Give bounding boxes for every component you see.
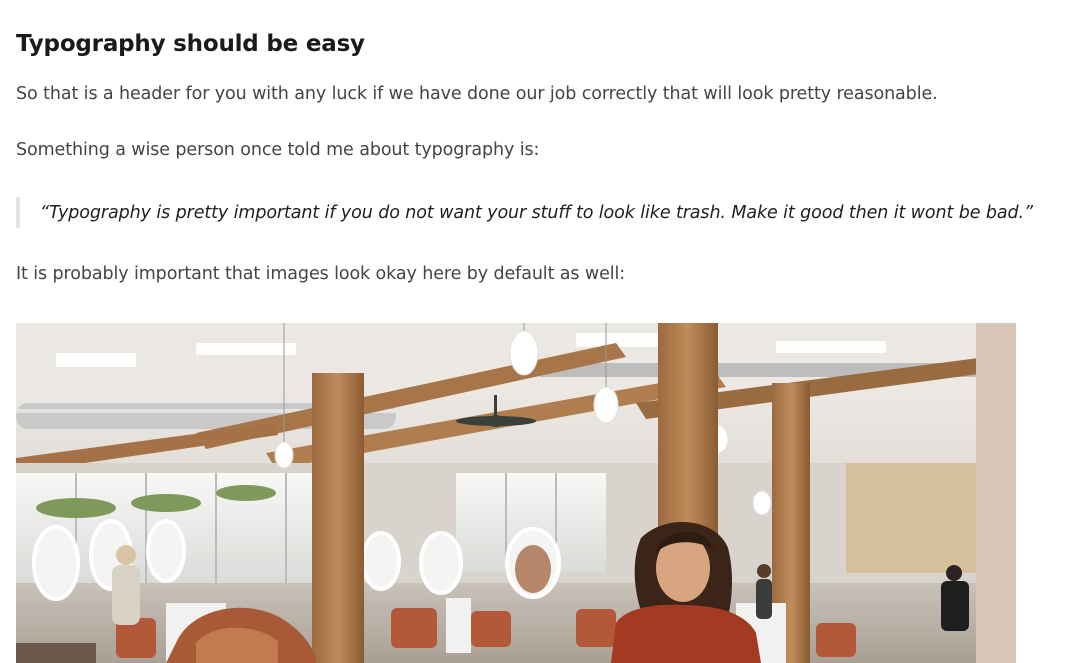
quote-text: “Typography is pretty important if you d… xyxy=(40,202,1033,223)
paragraph-intro: So that is a header for you with any luc… xyxy=(16,84,938,104)
blockquote: “Typography is pretty important if you d… xyxy=(16,197,1033,228)
paragraph-quote-lead: Something a wise person once told me abo… xyxy=(16,140,540,160)
salon-interior-photo xyxy=(16,323,1016,663)
photo-illustration xyxy=(16,323,1016,663)
paragraph-image-lead: It is probably important that images loo… xyxy=(16,264,626,284)
article-heading: Typography should be easy xyxy=(16,31,365,57)
